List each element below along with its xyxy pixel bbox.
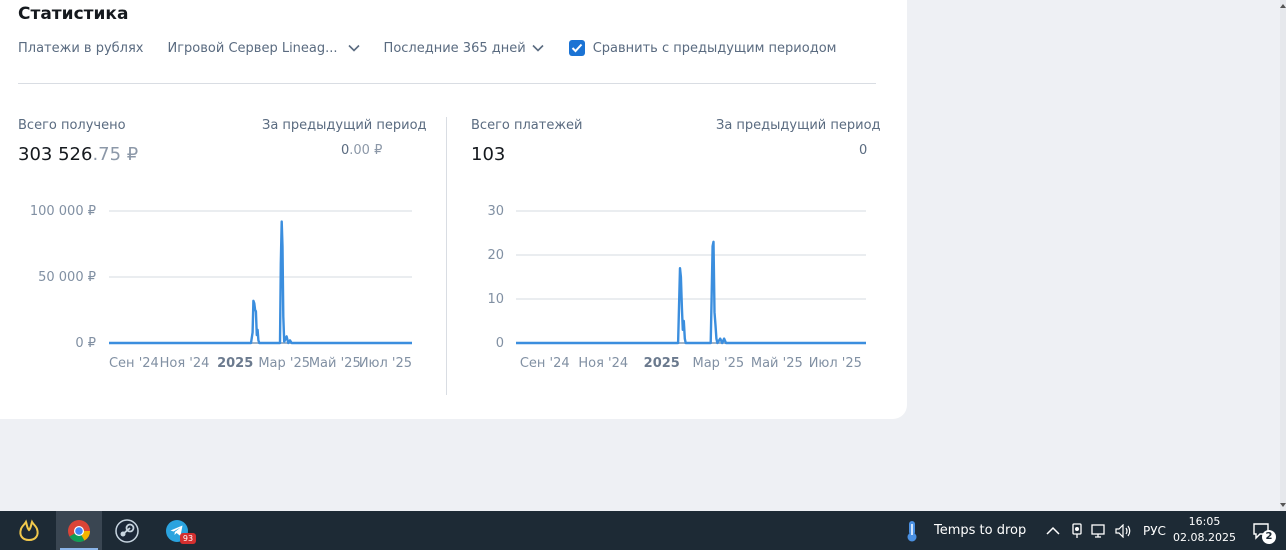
chevron-up-icon[interactable] — [1046, 526, 1060, 536]
scroll-up-icon[interactable] — [1280, 2, 1286, 10]
filters-divider — [18, 83, 876, 84]
total-received-label: Всего получено — [18, 118, 126, 133]
series-line — [516, 240, 866, 345]
total-received-value: 303 526.75 ₽ — [18, 144, 138, 165]
period-dropdown[interactable]: Последние 365 дней — [384, 41, 544, 56]
network-icon[interactable] — [1091, 523, 1107, 538]
weather-text: Temps to drop — [934, 523, 1027, 538]
x-tick-label: Ноя '24 — [160, 356, 210, 371]
y-tick-label: 10 — [487, 292, 504, 307]
page-scrollbar[interactable] — [1280, 0, 1286, 511]
check-icon — [571, 43, 582, 53]
total-received-frac: .75 ₽ — [92, 144, 139, 165]
clock-time: 16:05 — [1188, 515, 1221, 528]
series-line — [109, 220, 412, 345]
notification-count: 2 — [1262, 530, 1276, 544]
y-tick-label: 30 — [487, 204, 504, 219]
total-received-int: 303 526 — [18, 144, 93, 165]
filters-bar: Платежи в рублях Игровой Сервер Lineag..… — [18, 38, 836, 58]
x-tick-label: Май '25 — [751, 356, 803, 371]
y-tick-label: 20 — [487, 248, 504, 263]
prev-period-label: За предыдущий период — [262, 118, 427, 133]
prev-period-payments-value: 0 — [859, 143, 868, 158]
steam-icon — [115, 518, 139, 543]
x-tick-label: Июл '25 — [359, 356, 412, 371]
chevron-down-icon — [532, 44, 544, 52]
payments-chart: 30 20 10 0 Сен '24 Ноя '24 2025 Мар '25 Май '25 И… — [487, 204, 866, 371]
launcher-icon — [19, 518, 39, 541]
compare-label: Сравнить с предыдущим периодом — [592, 40, 837, 56]
clock-date: 02.08.2025 — [1173, 531, 1236, 544]
clock[interactable]: 16:05 02.08.2025 — [1173, 514, 1236, 546]
x-tick-label: Сен '24 — [520, 356, 570, 371]
thermometer-icon — [907, 520, 917, 541]
server-dropdown[interactable]: Игровой Сервер Lineag... — [168, 41, 360, 56]
y-tick-label: 100 000 ₽ — [30, 204, 96, 219]
taskbar-app-launcher[interactable] — [6, 511, 52, 550]
statistics-card: Статистика Платежи в рублях Игровой Серв… — [0, 0, 907, 419]
panels-divider — [446, 117, 447, 395]
chevron-down-icon — [347, 44, 360, 52]
x-tick-label: Сен '24 — [109, 356, 159, 371]
language-indicator[interactable]: РУС — [1143, 524, 1166, 538]
x-tick-label: 2025 — [217, 356, 253, 371]
page-title: Статистика — [18, 4, 129, 24]
compare-checkbox[interactable] — [568, 40, 585, 56]
system-tray: РУС — [1046, 511, 1166, 550]
x-tick-label: Мар '25 — [258, 356, 310, 371]
compare-checkbox-row[interactable]: Сравнить с предыдущим периодом — [568, 40, 837, 56]
total-payments-label: Всего платежей — [471, 118, 583, 133]
volume-icon[interactable] — [1115, 523, 1133, 538]
total-payments-value: 103 — [471, 144, 506, 165]
taskbar-telegram[interactable]: 93 — [154, 511, 200, 550]
x-tick-label: 2025 — [644, 356, 680, 371]
prev-period-payments-label: За предыдущий период — [716, 118, 881, 133]
x-tick-label: Май '25 — [309, 356, 361, 371]
telegram-badge: 93 — [180, 533, 196, 544]
server-dropdown-label: Игровой Сервер Lineag... — [167, 40, 338, 56]
taskbar-chrome[interactable] — [56, 511, 102, 550]
x-tick-label: Мар '25 — [692, 356, 744, 371]
currency-filter[interactable]: Платежи в рублях — [18, 41, 144, 56]
period-dropdown-label: Последние 365 дней — [383, 40, 526, 56]
y-tick-label: 0 — [496, 336, 504, 351]
revenue-chart: 100 000 ₽ 50 000 ₽ 0 ₽ Сен '24 Ноя '24 2025 Ма… — [30, 204, 412, 371]
x-tick-label: Ноя '24 — [578, 356, 628, 371]
prev-period-value: 0.00 ₽ — [341, 143, 382, 158]
y-tick-label: 0 ₽ — [75, 336, 96, 351]
y-tick-label: 50 000 ₽ — [38, 270, 96, 285]
weather-widget[interactable]: Temps to drop — [904, 511, 1026, 550]
prev-period-frac: .00 ₽ — [349, 143, 383, 158]
meet-now-icon[interactable] — [1071, 522, 1083, 539]
notifications-button[interactable]: 2 — [1252, 511, 1276, 550]
scroll-down-icon[interactable] — [1280, 501, 1286, 509]
x-tick-label: Июл '25 — [809, 356, 862, 371]
taskbar-steam[interactable] — [104, 511, 150, 550]
currency-filter-label: Платежи в рублях — [18, 40, 144, 56]
chrome-icon — [68, 519, 90, 542]
taskbar: 93 Temps to drop РУС 16:05 02.08.2025 2 — [0, 511, 1286, 550]
